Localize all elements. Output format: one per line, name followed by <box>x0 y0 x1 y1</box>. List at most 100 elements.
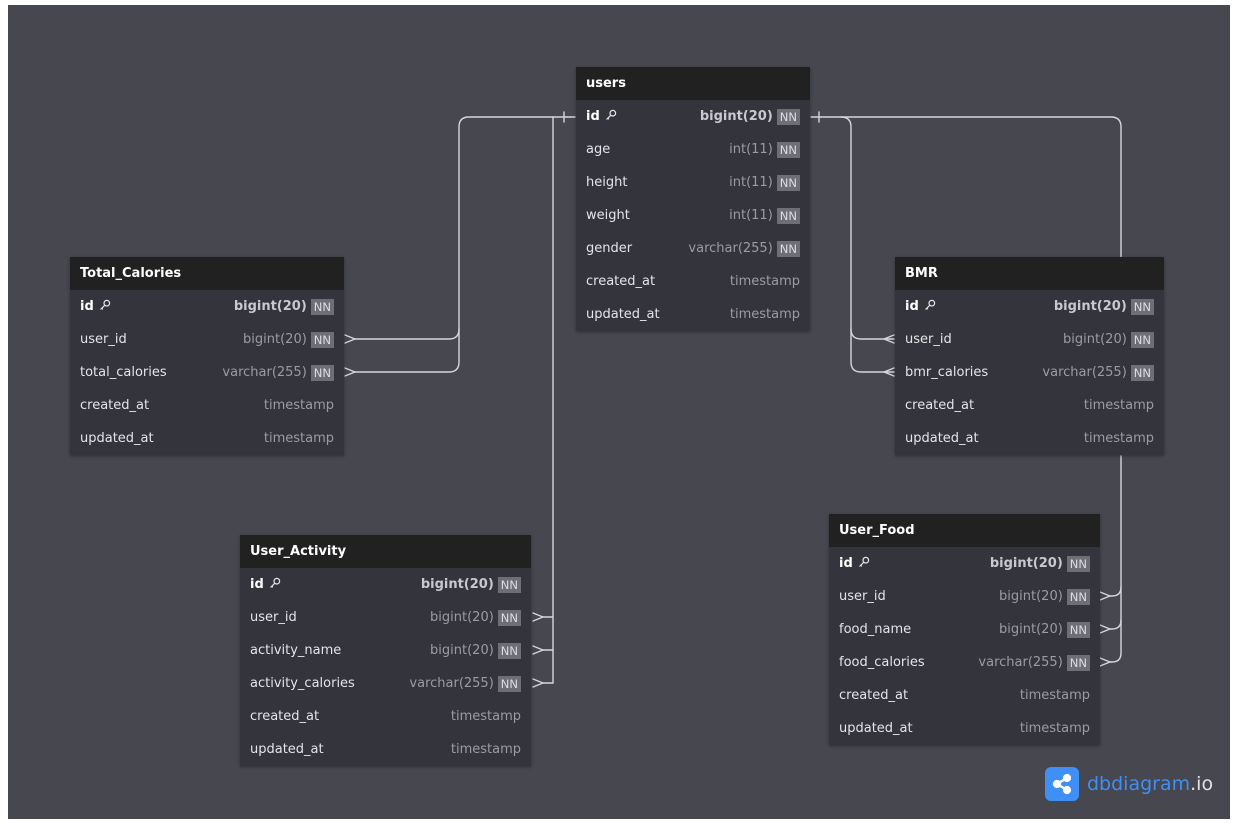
primary-key-icon <box>924 299 936 311</box>
field-name: gender <box>586 241 688 256</box>
field-row-created-at[interactable]: created_at timestamp <box>70 389 344 422</box>
field-type: timestamp <box>1083 398 1154 413</box>
field-type: timestamp <box>1019 721 1090 736</box>
field-name-text: activity_calories <box>250 676 355 691</box>
table-users[interactable]: users id bigint(20) NN age int(11) NN height int… <box>576 67 810 331</box>
not-null-badge: NN <box>310 298 334 315</box>
field-row-gender[interactable]: gender varchar(255) NN <box>576 232 810 265</box>
field-row-updated-at[interactable]: updated_at timestamp <box>895 422 1164 455</box>
field-name: id <box>80 299 234 314</box>
field-name: user_id <box>905 332 1063 347</box>
field-row-id[interactable]: id bigint(20) NN <box>829 547 1100 580</box>
field-row-age[interactable]: age int(11) NN <box>576 133 810 166</box>
field-row-created-at[interactable]: created_at timestamp <box>240 700 531 733</box>
field-type: varchar(255) <box>222 365 307 380</box>
field-row-height[interactable]: height int(11) NN <box>576 166 810 199</box>
field-type: bigint(20) <box>999 589 1063 604</box>
field-type: bigint(20) <box>243 332 307 347</box>
field-row-bmr-calories[interactable]: bmr_calories varchar(255) NN <box>895 356 1164 389</box>
field-name-text: total_calories <box>80 365 167 380</box>
field-name-text: updated_at <box>80 431 154 446</box>
not-null-badge: NN <box>1130 364 1154 381</box>
field-name-text: gender <box>586 241 633 256</box>
not-null-badge: NN <box>497 576 521 593</box>
field-type: timestamp <box>729 307 800 322</box>
logo-brand: dbdiagram <box>1087 773 1191 795</box>
field-row-id[interactable]: id bigint(20) NN <box>240 568 531 601</box>
field-name-text: id <box>905 299 919 314</box>
field-row-total-calories[interactable]: total_calories varchar(255) NN <box>70 356 344 389</box>
field-row-created-at[interactable]: created_at timestamp <box>829 679 1100 712</box>
field-type: bigint(20) <box>989 556 1063 571</box>
field-name: activity_calories <box>250 676 409 691</box>
table-user-activity[interactable]: User_Activity id bigint(20) NN user_id bigint… <box>240 535 531 766</box>
field-row-food-name[interactable]: food_name bigint(20) NN <box>829 613 1100 646</box>
field-name: weight <box>586 208 729 223</box>
field-type: int(11) <box>729 175 773 190</box>
field-row-activity-calories[interactable]: activity_calories varchar(255) NN <box>240 667 531 700</box>
field-name: id <box>250 577 421 592</box>
not-null-badge: NN <box>1130 298 1154 315</box>
field-type: bigint(20) <box>999 622 1063 637</box>
table-title[interactable]: BMR <box>895 257 1164 290</box>
field-row-food-calories[interactable]: food_calories varchar(255) NN <box>829 646 1100 679</box>
field-type: varchar(255) <box>978 655 1063 670</box>
field-type: bigint(20) <box>1053 299 1127 314</box>
field-row-created-at[interactable]: created_at timestamp <box>895 389 1164 422</box>
table-total-calories[interactable]: Total_Calories id bigint(20) NN user_id bigin… <box>70 257 344 455</box>
field-row-user-id[interactable]: user_id bigint(20) NN <box>829 580 1100 613</box>
field-name-text: created_at <box>586 274 656 289</box>
field-row-updated-at[interactable]: updated_at timestamp <box>70 422 344 455</box>
field-type: timestamp <box>450 709 521 724</box>
field-row-user-id[interactable]: user_id bigint(20) NN <box>240 601 531 634</box>
field-row-updated-at[interactable]: updated_at timestamp <box>576 298 810 331</box>
not-null-badge: NN <box>776 141 800 158</box>
not-null-badge: NN <box>1066 555 1090 572</box>
primary-key-icon <box>858 556 870 568</box>
table-user-food[interactable]: User_Food id bigint(20) NN user_id bigint(20)… <box>829 514 1100 745</box>
field-name: updated_at <box>586 307 730 322</box>
not-null-badge: NN <box>497 675 521 692</box>
field-name: updated_at <box>80 431 264 446</box>
table-title[interactable]: User_Food <box>829 514 1100 547</box>
field-row-id[interactable]: id bigint(20) NN <box>70 290 344 323</box>
primary-key-icon <box>269 577 281 589</box>
table-title[interactable]: users <box>576 67 810 100</box>
field-row-id[interactable]: id bigint(20) NN <box>576 100 810 133</box>
share-icon <box>1045 767 1079 801</box>
field-name-text: food_calories <box>839 655 925 670</box>
field-row-id[interactable]: id bigint(20) NN <box>895 290 1164 323</box>
field-name-text: bmr_calories <box>905 365 989 380</box>
field-name-text: id <box>586 109 600 124</box>
primary-key-icon <box>605 109 617 121</box>
field-name: updated_at <box>839 721 1020 736</box>
field-row-created-at[interactable]: created_at timestamp <box>576 265 810 298</box>
field-name-text: height <box>586 175 628 190</box>
not-null-badge: NN <box>310 331 334 348</box>
field-name-text: id <box>80 299 94 314</box>
logo-text: dbdiagram.io <box>1087 773 1213 795</box>
table-title[interactable]: Total_Calories <box>70 257 344 290</box>
field-row-updated-at[interactable]: updated_at timestamp <box>829 712 1100 745</box>
field-row-weight[interactable]: weight int(11) NN <box>576 199 810 232</box>
field-name: created_at <box>905 398 1084 413</box>
field-name-text: updated_at <box>839 721 913 736</box>
field-row-user-id[interactable]: user_id bigint(20) NN <box>70 323 344 356</box>
not-null-badge: NN <box>1066 621 1090 638</box>
field-type: bigint(20) <box>699 109 773 124</box>
field-type: bigint(20) <box>420 577 494 592</box>
dbdiagram-logo[interactable]: dbdiagram.io <box>1045 767 1213 801</box>
not-null-badge: NN <box>776 207 800 224</box>
field-row-user-id[interactable]: user_id bigint(20) NN <box>895 323 1164 356</box>
field-name-text: user_id <box>905 332 952 347</box>
field-name-text: created_at <box>839 688 909 703</box>
field-name-text: weight <box>586 208 630 223</box>
field-row-activity-name[interactable]: activity_name bigint(20) NN <box>240 634 531 667</box>
field-row-updated-at[interactable]: updated_at timestamp <box>240 733 531 766</box>
primary-key-icon <box>99 299 111 311</box>
field-type: timestamp <box>1019 688 1090 703</box>
table-title[interactable]: User_Activity <box>240 535 531 568</box>
table-bmr[interactable]: BMR id bigint(20) NN user_id bigint(20) NN bmr_… <box>895 257 1164 455</box>
field-name: user_id <box>80 332 243 347</box>
not-null-badge: NN <box>1066 588 1090 605</box>
